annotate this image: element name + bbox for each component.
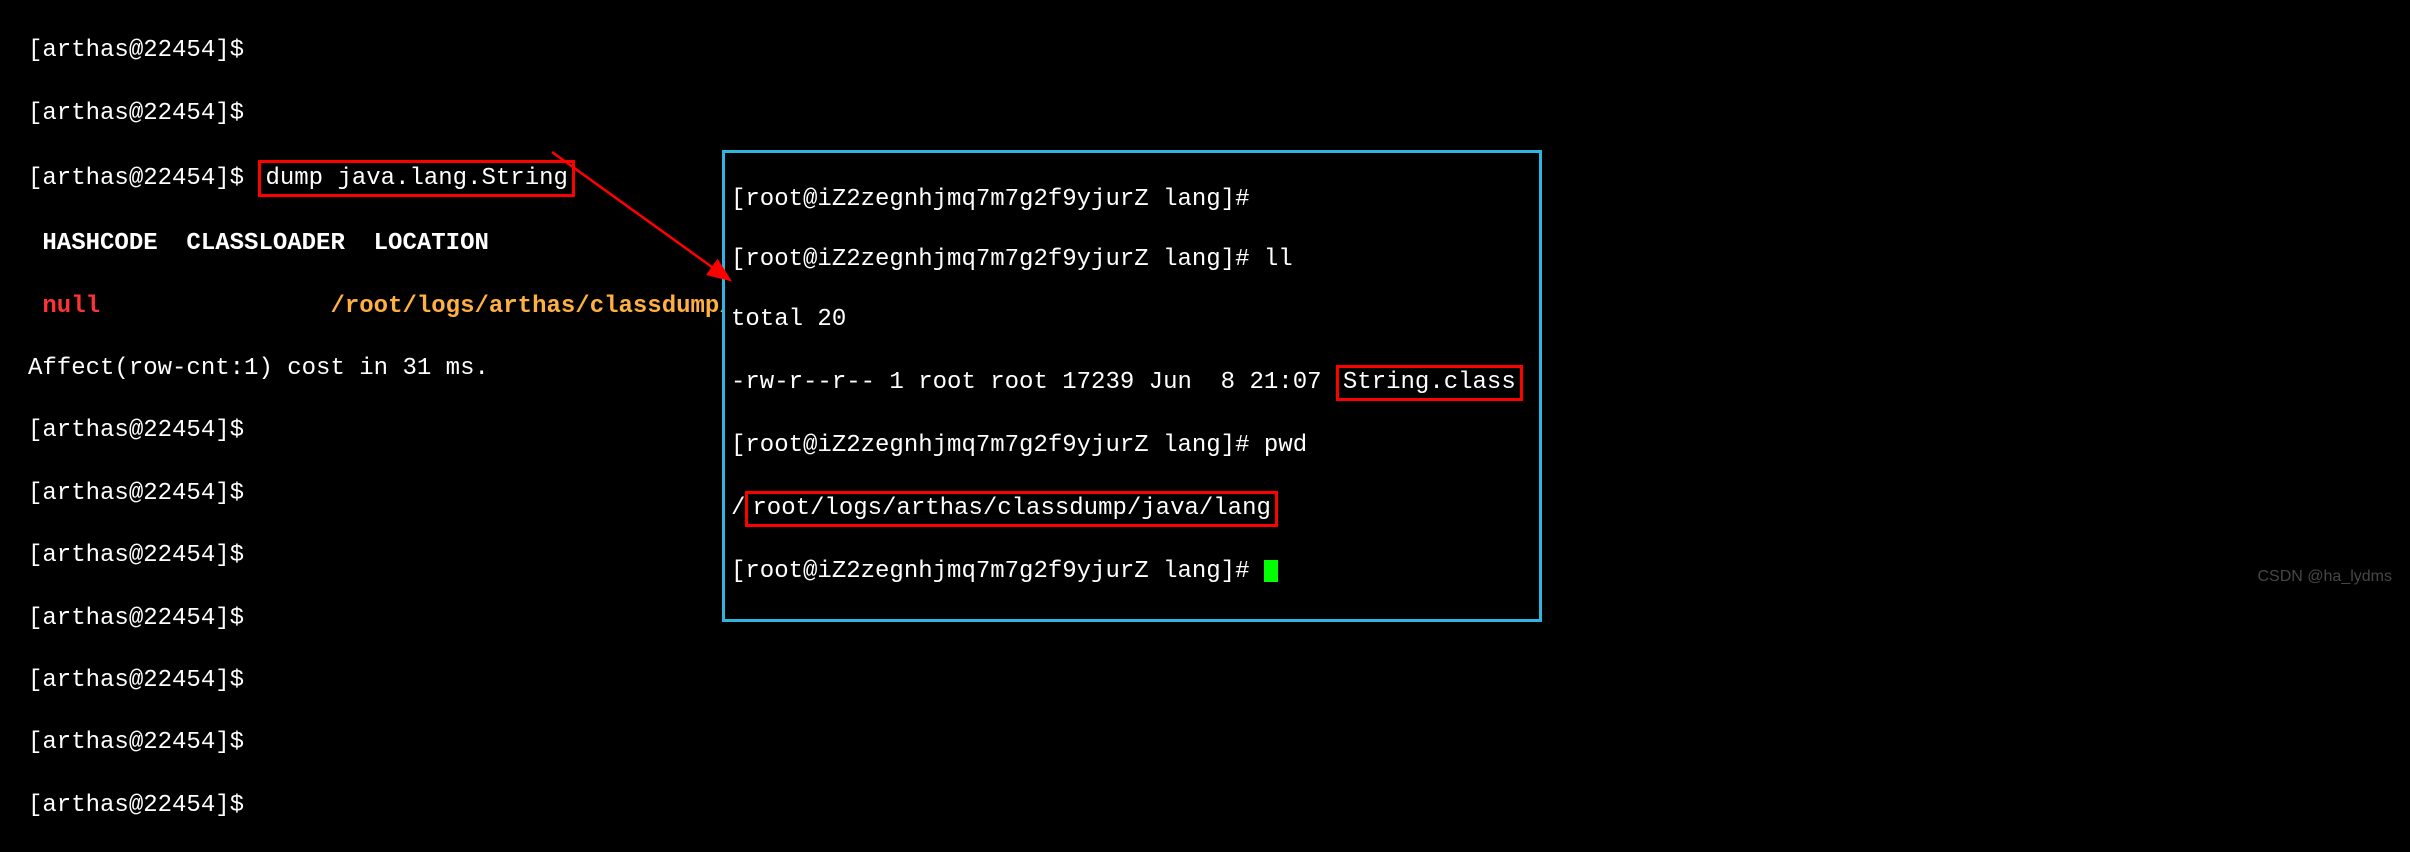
right-terminal[interactable]: [root@iZ2zegnhjmq7m7g2f9yjurZ lang]# [ro…	[722, 150, 1542, 622]
prompt: [arthas@22454]$	[28, 165, 244, 192]
dump-command-highlight: dump java.lang.String	[258, 160, 574, 197]
prompt: [arthas@22454]$	[28, 792, 244, 819]
prompt: [arthas@22454]$	[28, 417, 244, 444]
prompt: [root@iZ2zegnhjmq7m7g2f9yjurZ lang]#	[731, 246, 1264, 273]
partial-line: [arthas@22454]$	[28, 37, 258, 64]
prompt: [root@iZ2zegnhjmq7m7g2f9yjurZ lang]#	[731, 558, 1264, 585]
file-perms: -rw-r--r-- 1 root root 17239 Jun 8 21:07	[731, 369, 1336, 396]
file-name: String.class	[1343, 369, 1516, 396]
prompt: [root@iZ2zegnhjmq7m7g2f9yjurZ lang]#	[731, 186, 1249, 213]
pwd-command: pwd	[1264, 432, 1307, 459]
prompt: [arthas@22454]$	[28, 100, 244, 127]
pwd-highlight: root/logs/arthas/classdump/java/lang	[745, 491, 1277, 527]
cursor	[1264, 560, 1278, 582]
prompt: [arthas@22454]$	[28, 729, 244, 756]
prompt: [arthas@22454]$	[28, 542, 244, 569]
total-line: total 20	[731, 306, 846, 333]
prompt: [arthas@22454]$	[28, 605, 244, 632]
hashcode-null: null	[28, 293, 100, 320]
pwd-output: root/logs/arthas/classdump/java/lang	[752, 495, 1270, 522]
prompt: [arthas@22454]$	[28, 667, 244, 694]
watermark: CSDN @ha_lydms	[2258, 567, 2393, 588]
affect-line: Affect(row-cnt:1) cost in 31 ms.	[28, 355, 489, 382]
file-highlight: String.class	[1336, 365, 1523, 401]
prompt: [root@iZ2zegnhjmq7m7g2f9yjurZ lang]#	[731, 432, 1264, 459]
dump-command: dump java.lang.String	[265, 165, 567, 192]
path-slash: /	[731, 495, 745, 522]
prompt: [arthas@22454]$	[28, 480, 244, 507]
table-header: HASHCODE CLASSLOADER LOCATION	[28, 230, 489, 257]
ll-command: ll	[1264, 246, 1293, 273]
